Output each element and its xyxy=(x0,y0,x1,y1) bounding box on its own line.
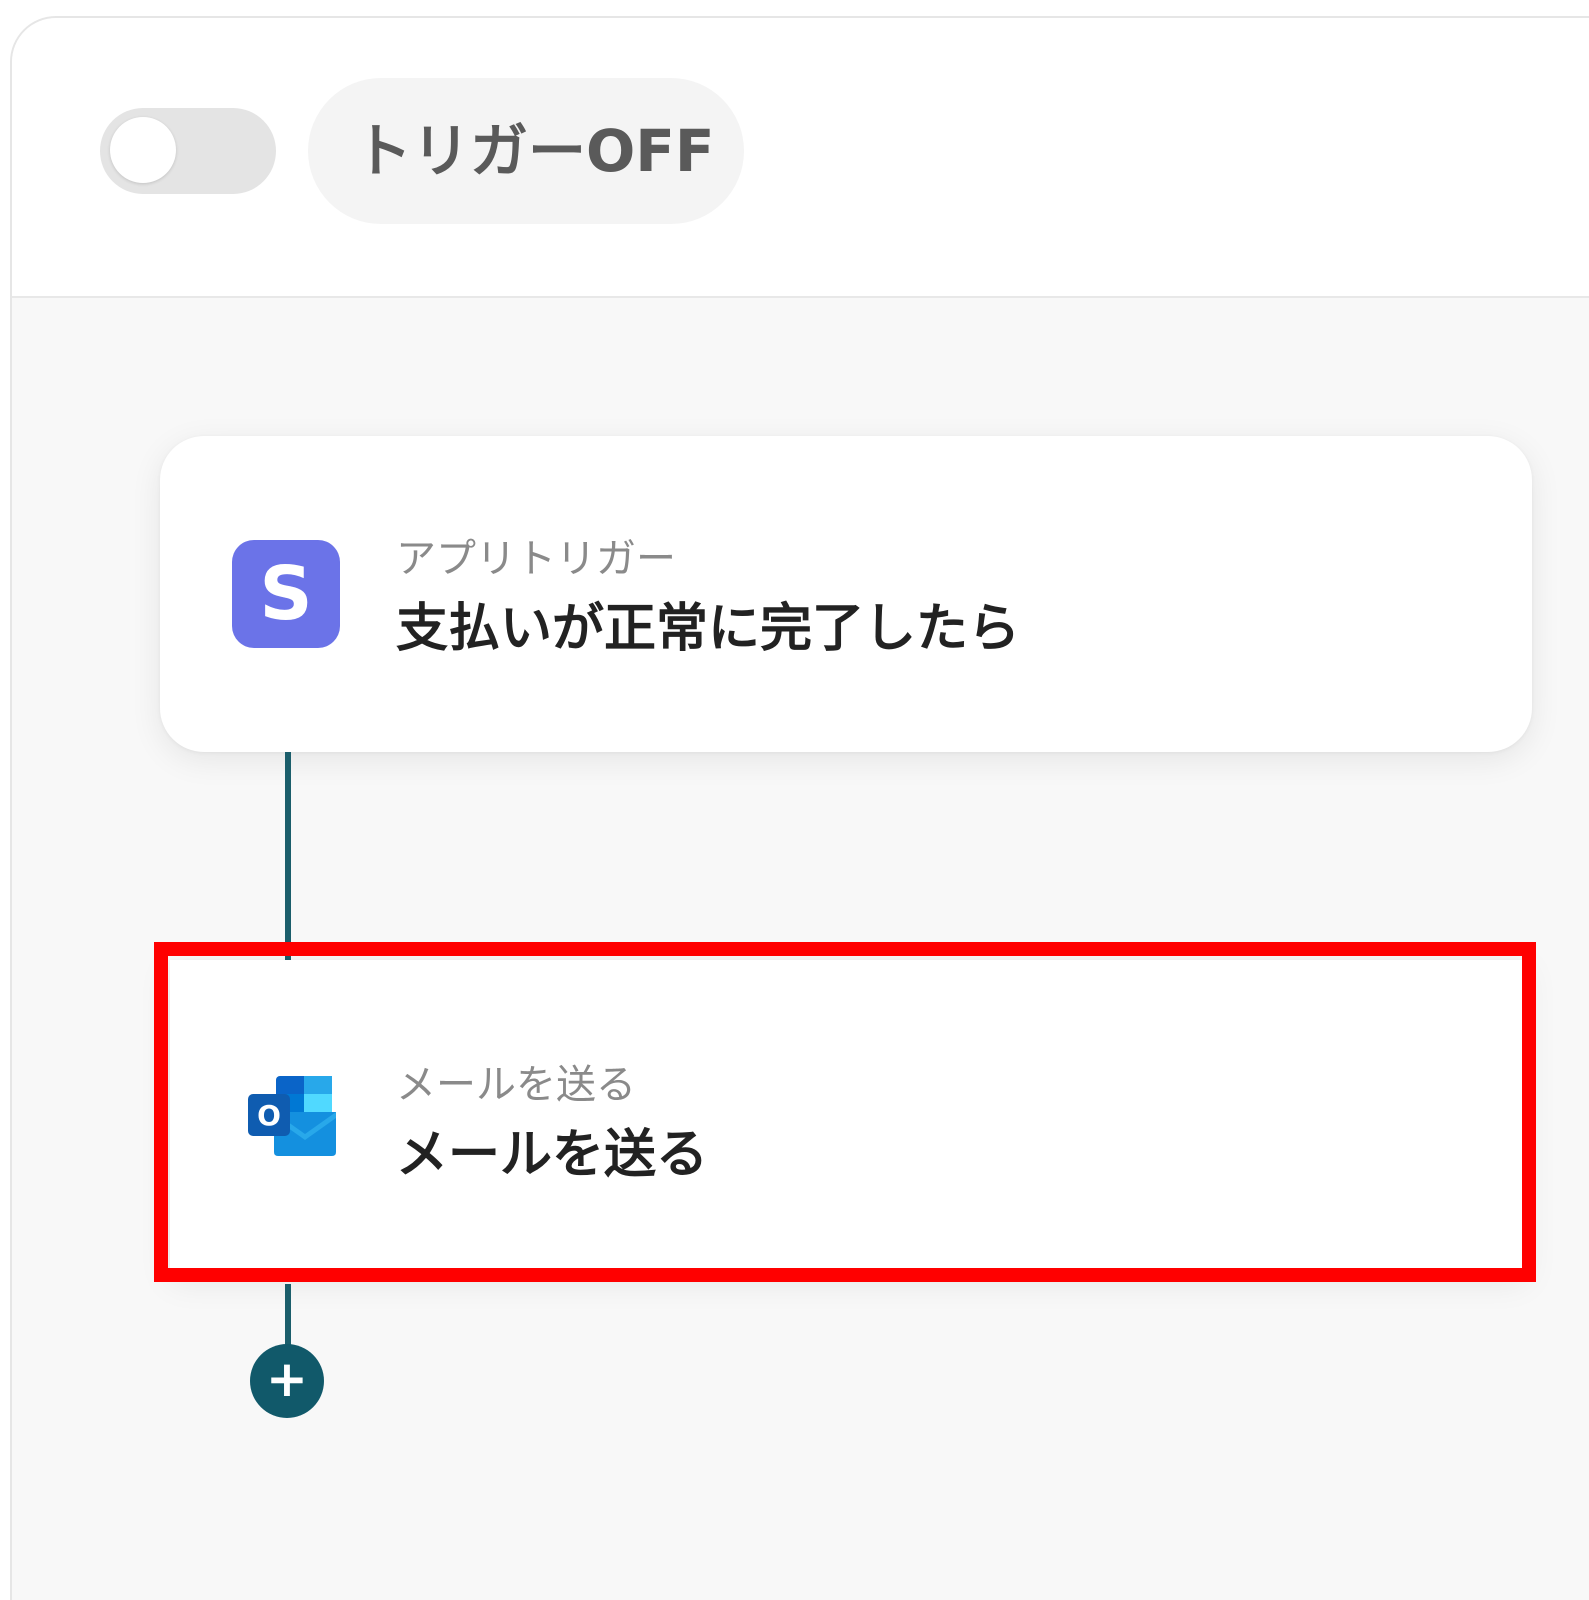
trigger-toggle[interactable] xyxy=(100,108,276,194)
step-title: 支払いが正常に完了したら xyxy=(396,599,1021,659)
add-step-button[interactable]: + xyxy=(250,1344,324,1418)
flow-connector xyxy=(285,752,291,964)
stripe-icon-letter: S xyxy=(259,551,313,637)
toggle-knob xyxy=(110,117,176,183)
flow-header: トリガーOFF xyxy=(12,18,1589,298)
step-type-label: メールを送る xyxy=(396,1062,636,1108)
outlook-icon: O xyxy=(248,1076,336,1156)
trigger-status-label: トリガーOFF xyxy=(354,117,715,185)
trigger-status-badge: トリガーOFF xyxy=(308,78,744,224)
flow-panel: トリガーOFF S アプリトリガー 支払いが正常に完了したら O メールを送る … xyxy=(10,16,1589,1600)
stripe-icon: S xyxy=(232,540,340,648)
step-type-label: アプリトリガー xyxy=(396,536,676,582)
outlook-icon-letter: O xyxy=(257,1099,281,1132)
flow-step-send-mail[interactable]: O メールを送る メールを送る xyxy=(170,960,1526,1274)
flow-step-trigger[interactable]: S アプリトリガー 支払いが正常に完了したら xyxy=(160,436,1532,752)
step-title: メールを送る xyxy=(396,1125,709,1185)
